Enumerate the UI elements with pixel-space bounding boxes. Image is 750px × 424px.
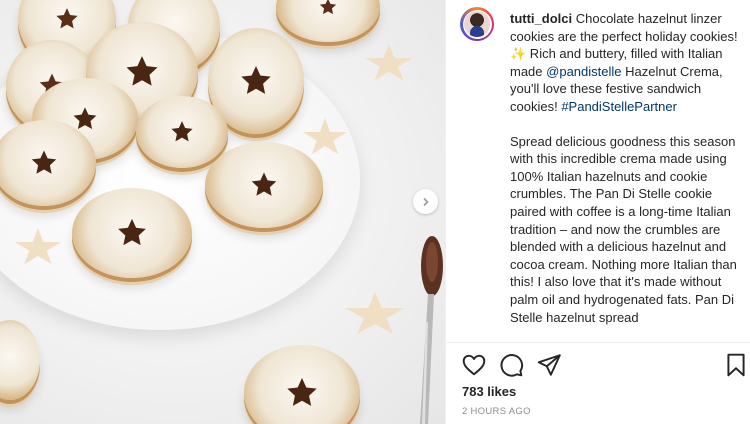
cookie (205, 142, 323, 228)
spoon (420, 236, 443, 424)
username-link[interactable]: tutti_dolci (510, 11, 572, 26)
cookie (0, 320, 40, 400)
share-button[interactable] (536, 352, 562, 378)
sparkles-emoji: ✨ (510, 46, 527, 62)
next-image-button[interactable] (413, 189, 438, 214)
action-bar: 783 likes 2 HOURS AGO (446, 342, 750, 424)
post-panel: tutti_dolci Chocolate hazelnut linzer co… (445, 0, 750, 424)
save-button[interactable] (723, 352, 749, 378)
likes-count[interactable]: 783 likes (462, 384, 516, 399)
cookie (276, 0, 380, 42)
paper-plane-icon (537, 354, 561, 376)
bookmark-icon (727, 353, 745, 377)
heart-icon (462, 354, 486, 376)
caption-paragraph-2: Spread delicious goodness this season wi… (510, 133, 737, 325)
post-timestamp[interactable]: 2 HOURS AGO (462, 406, 531, 417)
caption-area: tutti_dolci Chocolate hazelnut linzer co… (446, 0, 750, 342)
comment-button[interactable] (498, 352, 524, 378)
cookie (244, 345, 360, 424)
post-caption: tutti_dolci Chocolate hazelnut linzer co… (510, 10, 746, 326)
star-cookie (345, 292, 405, 334)
avatar[interactable] (460, 7, 494, 41)
cookie (72, 188, 192, 278)
post-image[interactable] (0, 0, 445, 424)
mention-link[interactable]: @pandistelle (546, 64, 621, 79)
like-button[interactable] (461, 352, 487, 378)
chevron-right-icon (422, 197, 429, 206)
avatar-ring-gap (462, 9, 492, 39)
comment-bubble-icon (500, 354, 524, 377)
hashtag-link[interactable]: #PandiStellePartner (561, 99, 677, 114)
star-cookie (365, 44, 413, 81)
avatar-photo (464, 11, 490, 37)
caption-paragraph: tutti_dolci Chocolate hazelnut linzer co… (510, 10, 746, 116)
cookie (136, 96, 228, 168)
